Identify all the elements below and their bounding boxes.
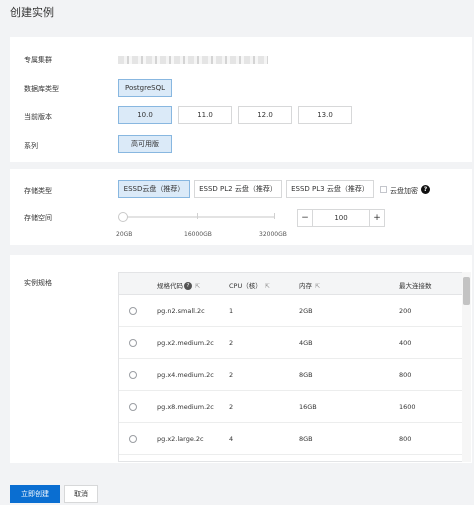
spec-label: 实例规格 [24, 279, 52, 287]
cell-memory: 16GB [299, 403, 317, 411]
scrollbar-thumb[interactable] [463, 277, 470, 305]
cell-max-conn: 800 [399, 435, 412, 443]
increment-button[interactable]: + [369, 209, 385, 227]
help-icon[interactable]: ? [421, 185, 430, 194]
storage-type-label: 存储类型 [24, 187, 52, 195]
storage-slider-track[interactable] [121, 216, 275, 218]
cancel-button[interactable]: 取消 [64, 485, 98, 503]
table-row[interactable]: pg.x2.large.2c 4 8GB 800 [119, 423, 462, 455]
cell-code: pg.x4.medium.2c [157, 371, 214, 379]
column-header-cpu[interactable]: CPU（核） ⇱ [229, 280, 270, 290]
db-type-postgresql[interactable]: PostgreSQL [118, 79, 172, 97]
slider-tick-label-mid: 16000GB [184, 231, 212, 238]
storage-type-essd[interactable]: ESSD云盘（推荐） [118, 180, 190, 198]
cell-memory: 8GB [299, 435, 313, 443]
cell-memory: 2GB [299, 307, 313, 315]
db-type-label: 数据库类型 [24, 85, 59, 93]
cell-max-conn: 1600 [399, 403, 416, 411]
cell-memory: 4GB [299, 339, 313, 347]
slider-tick-label-max: 32000GB [259, 231, 287, 238]
filter-icon[interactable]: ⇱ [195, 283, 200, 290]
cluster-label: 专属集群 [24, 56, 52, 64]
cell-code: pg.n2.small.2c [157, 307, 205, 315]
series-label: 系列 [24, 142, 38, 150]
cell-max-conn: 200 [399, 307, 412, 315]
cell-cpu: 4 [229, 435, 234, 443]
table-row[interactable]: pg.n2.small.2c 1 2GB 200 [119, 295, 462, 327]
version-option-10[interactable]: 10.0 [118, 106, 172, 124]
cell-cpu: 2 [229, 371, 234, 379]
version-option-13[interactable]: 13.0 [298, 106, 352, 124]
cell-cpu: 2 [229, 403, 234, 411]
cell-code: pg.x2.medium.2c [157, 339, 214, 347]
cell-cpu: 1 [229, 307, 234, 315]
version-option-11[interactable]: 11.0 [178, 106, 232, 124]
encrypt-label: 云盘加密 [390, 187, 418, 195]
row-radio[interactable] [129, 339, 137, 347]
cell-max-conn: 800 [399, 371, 412, 379]
page-title: 创建实例 [10, 6, 54, 19]
storage-type-essd-pl3[interactable]: ESSD PL3 云盘（推荐） [286, 180, 374, 198]
filter-icon[interactable]: ⇱ [265, 283, 270, 290]
table-row[interactable]: pg.x8.medium.2c 2 16GB 1600 [119, 391, 462, 423]
column-header-label: CPU（核） [229, 282, 262, 290]
series-ha[interactable]: 高可用版 [118, 135, 172, 153]
row-radio[interactable] [129, 435, 137, 443]
storage-slider-handle[interactable] [118, 212, 128, 222]
storage-size-input[interactable]: 100 [313, 209, 369, 227]
row-radio[interactable] [129, 403, 137, 411]
column-header-label: 内存 [299, 282, 312, 290]
version-option-12[interactable]: 12.0 [238, 106, 292, 124]
version-label: 当前版本 [24, 113, 52, 121]
spec-table: 规格代码? ⇱ CPU（核） ⇱ 内存 ⇱ 最大连接数 pg.n2.small.2c … [118, 272, 463, 462]
row-radio[interactable] [129, 371, 137, 379]
column-header-max-conn[interactable]: 最大连接数 [399, 280, 432, 290]
column-header-memory[interactable]: 内存 ⇱ [299, 280, 320, 290]
cell-code: pg.x8.medium.2c [157, 403, 214, 411]
table-row[interactable]: pg.x2.medium.2c 2 4GB 400 [119, 327, 462, 359]
row-radio[interactable] [129, 307, 137, 315]
slider-tick [274, 213, 275, 219]
column-header-label: 规格代码 [157, 282, 183, 290]
slider-tick-label-min: 20GB [116, 231, 133, 238]
cell-cpu: 2 [229, 339, 234, 347]
cluster-value-masked [118, 56, 268, 64]
cell-memory: 8GB [299, 371, 313, 379]
table-header: 规格代码? ⇱ CPU（核） ⇱ 内存 ⇱ 最大连接数 [119, 273, 462, 295]
encrypt-checkbox[interactable] [380, 186, 387, 193]
storage-space-label: 存储空间 [24, 214, 52, 222]
table-row[interactable]: pg.x4.medium.2c 2 8GB 800 [119, 359, 462, 391]
storage-type-essd-pl2[interactable]: ESSD PL2 云盘（推荐） [194, 180, 282, 198]
column-header-code[interactable]: 规格代码? ⇱ [157, 280, 200, 290]
cell-code: pg.x2.large.2c [157, 435, 204, 443]
help-icon[interactable]: ? [184, 282, 192, 290]
decrement-button[interactable]: − [297, 209, 313, 227]
slider-tick [197, 213, 198, 219]
filter-icon[interactable]: ⇱ [315, 283, 320, 290]
create-button[interactable]: 立即创建 [10, 485, 60, 503]
cell-max-conn: 400 [399, 339, 412, 347]
